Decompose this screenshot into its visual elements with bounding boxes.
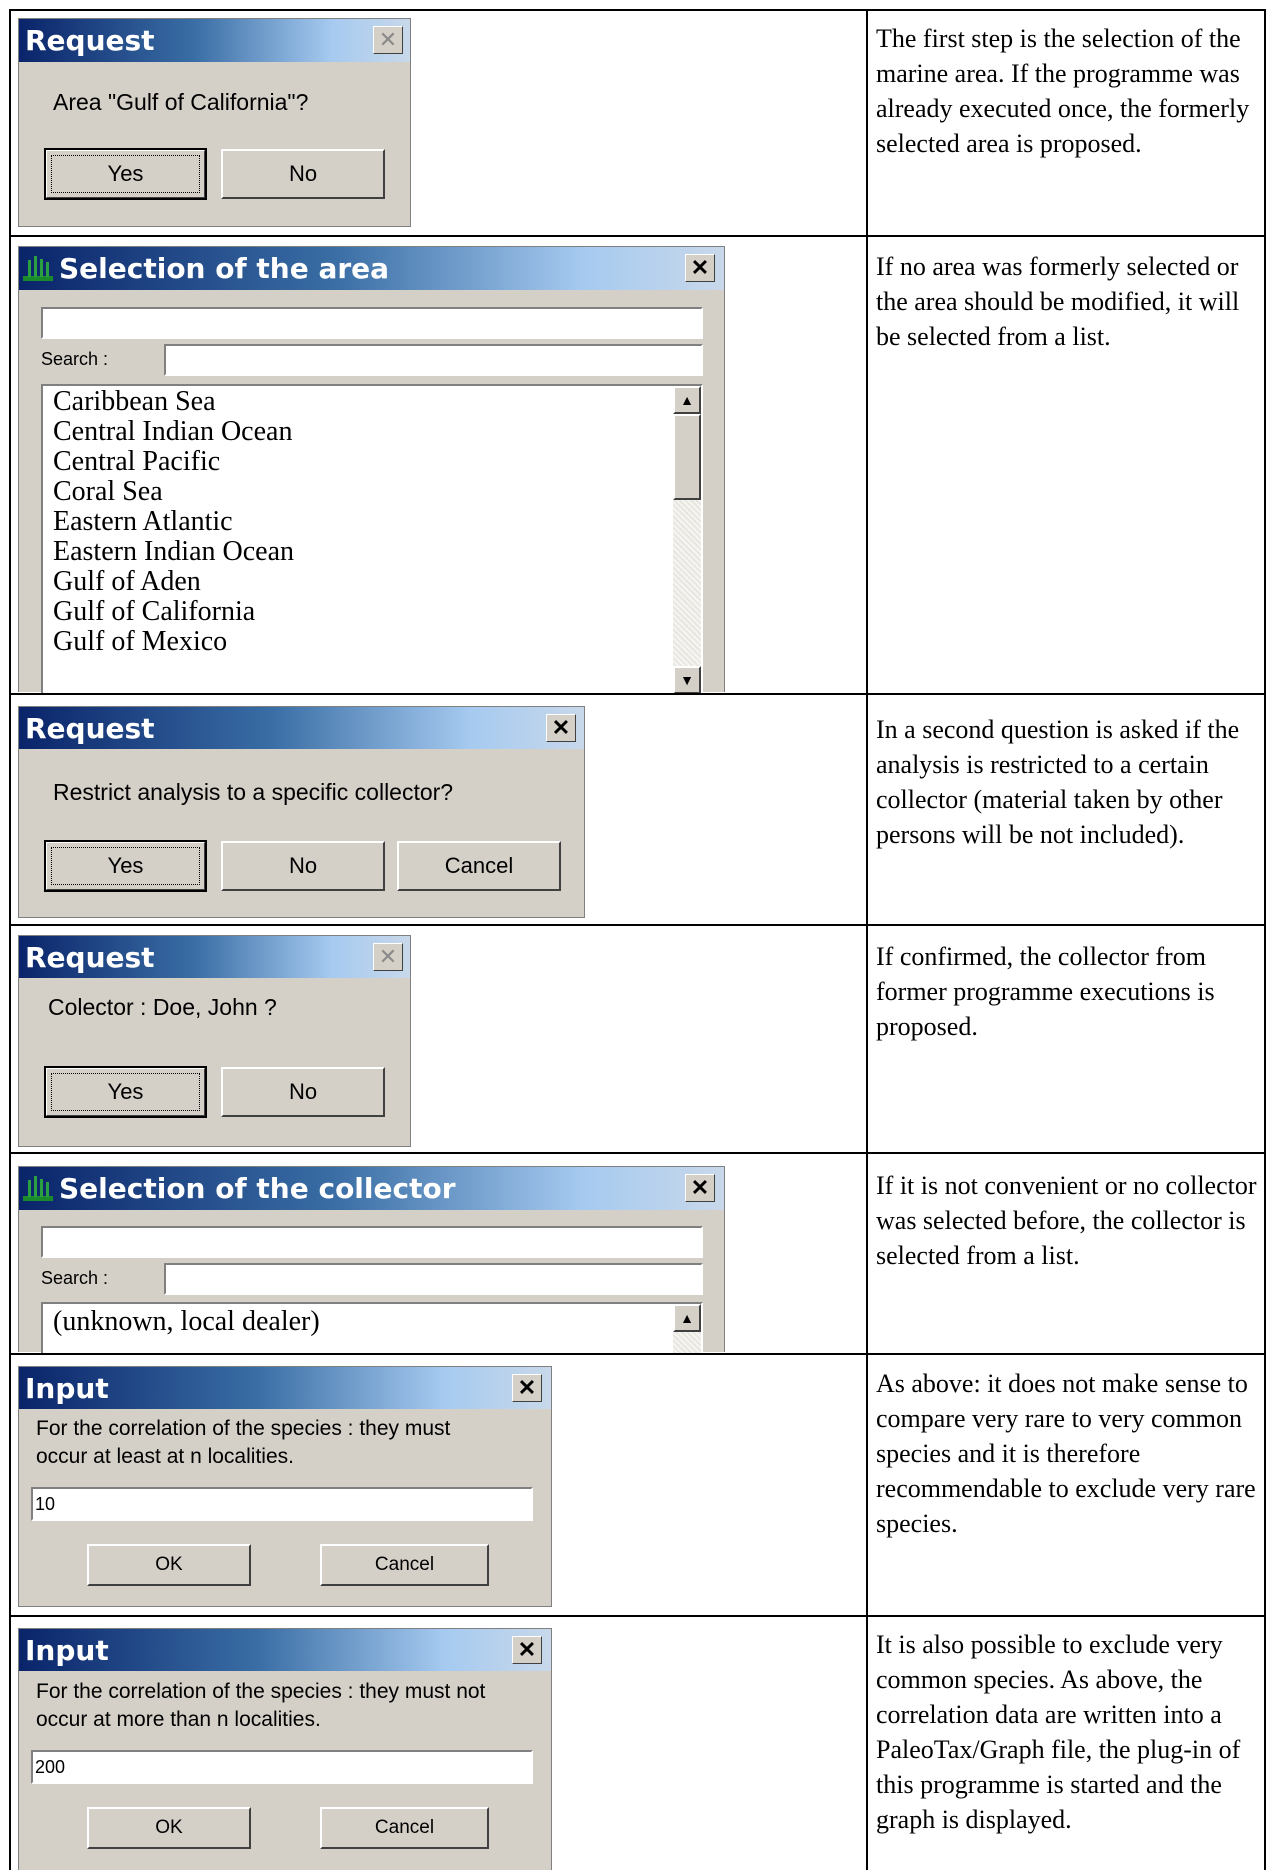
dialog-titlebar: Input ✕ [19,1629,551,1671]
close-icon[interactable]: ✕ [373,943,403,971]
table-row-divider [9,1152,1266,1154]
collector-request-dialog: Request ✕ Colector : Doe, John ? Yes No [18,935,411,1147]
cancel-button[interactable]: Cancel [320,1807,489,1849]
row-description: It is also possible to exclude very comm… [876,1630,1241,1834]
localities-max-input[interactable]: 200 [31,1750,533,1784]
ok-button[interactable]: OK [87,1807,251,1849]
scroll-up-arrow-icon[interactable]: ▲ [673,386,701,414]
table-row-divider [9,693,1266,695]
list-scrollbar[interactable]: ▲ ▼ [673,386,701,693]
table-border-top [9,9,1266,11]
no-button[interactable]: No [221,841,385,891]
search-input[interactable] [164,344,703,376]
max-localities-input-dialog: Input ✕ For the correlation of the speci… [18,1628,552,1870]
dialog-title: Request [25,941,155,974]
dialog-title: Request [25,712,155,745]
list-item[interactable]: Coral Sea [43,477,701,507]
dialog-title: Request [25,24,155,57]
dialog-titlebar: Input ✕ [19,1367,551,1409]
collector-selection-dialog: Selection of the collector ✕ Search : (u… [18,1166,725,1353]
dialog-titlebar: Request ✕ [19,707,584,749]
cancel-button[interactable]: Cancel [320,1544,489,1586]
close-icon[interactable]: ✕ [512,1636,542,1664]
area-selection-dialog: Selection of the area ✕ Search : Caribbe… [18,246,725,693]
row-description: If confirmed, the collector from former … [876,942,1215,1041]
selected-area-field[interactable] [41,307,703,339]
dialog-message: Area "Gulf of California"? [53,89,309,115]
row-description: In a second question is asked if the ana… [876,715,1240,849]
localities-min-input[interactable]: 10 [31,1487,533,1521]
area-list[interactable]: Caribbean Sea Central Indian Ocean Centr… [41,384,703,693]
list-item[interactable]: Gulf of Mexico [43,627,701,657]
cancel-button[interactable]: Cancel [397,841,561,891]
row-description: If no area was formerly selected or the … [876,252,1240,351]
dialog-message-line: For the correlation of the species : the… [36,1680,486,1703]
table-row-divider [9,235,1266,237]
list-item[interactable]: Central Pacific [43,447,701,477]
dialog-title: Selection of the area [59,252,390,285]
app-icon [23,1176,53,1201]
scroll-up-arrow-icon[interactable]: ▲ [673,1304,701,1332]
yes-button[interactable]: Yes [44,148,207,200]
table-column-divider [866,9,868,1870]
selected-collector-field[interactable] [41,1226,703,1258]
row-description: If it is not convenient or no collector … [876,1171,1257,1270]
list-item[interactable]: Caribbean Sea [43,387,701,417]
yes-button[interactable]: Yes [44,840,207,892]
table-row-divider [9,1353,1266,1355]
list-item[interactable]: Eastern Indian Ocean [43,537,701,567]
list-scrollbar[interactable]: ▲ [673,1304,701,1353]
row-description: As above: it does not make sense to comp… [876,1369,1256,1538]
list-item[interactable]: Gulf of Aden [43,567,701,597]
scrollbar-thumb[interactable] [673,414,701,500]
dialog-titlebar: Request ✕ [19,936,410,978]
dialog-title: Input [25,1634,109,1667]
dialog-message-line: occur at least at n localities. [36,1445,294,1468]
dialog-message-line: occur at more than n localities. [36,1708,321,1731]
dialog-message-line: For the correlation of the species : the… [36,1417,451,1440]
search-label: Search : [41,349,109,369]
app-icon [23,256,53,281]
ok-button[interactable]: OK [87,1544,251,1586]
yes-button[interactable]: Yes [44,1066,207,1118]
close-icon[interactable]: ✕ [373,26,403,54]
no-button[interactable]: No [221,149,385,199]
dialog-title: Selection of the collector [59,1172,456,1205]
list-item[interactable]: Central Indian Ocean [43,417,701,447]
table-row-divider [9,924,1266,926]
scroll-down-arrow-icon[interactable]: ▼ [673,666,701,693]
request-area-dialog: Request ✕ Area "Gulf of California"? Yes… [18,18,411,227]
search-label: Search : [41,1268,109,1288]
collector-list[interactable]: (unknown, local dealer) ▲ [41,1302,703,1353]
close-icon[interactable]: ✕ [512,1374,542,1402]
row-description: The first step is the selection of the m… [876,24,1250,158]
no-button[interactable]: No [221,1067,385,1117]
table-border-left [9,9,11,1870]
search-input[interactable] [164,1263,703,1295]
list-item[interactable]: (unknown, local dealer) [43,1307,701,1337]
restrict-collector-dialog: Request ✕ Restrict analysis to a specifi… [18,706,585,918]
dialog-title: Input [25,1372,109,1405]
dialog-titlebar: Request ✕ [19,19,410,62]
table-row-divider [9,1615,1266,1617]
dialog-titlebar: Selection of the collector ✕ [19,1167,724,1210]
dialog-message: Restrict analysis to a specific collecto… [53,779,454,805]
list-item[interactable]: Gulf of California [43,597,701,627]
list-item[interactable]: Eastern Atlantic [43,507,701,537]
close-icon[interactable]: ✕ [685,254,715,282]
close-icon[interactable]: ✕ [685,1174,715,1202]
min-localities-input-dialog: Input ✕ For the correlation of the speci… [18,1366,552,1607]
dialog-message: Colector : Doe, John ? [48,994,277,1020]
close-icon[interactable]: ✕ [546,714,576,742]
dialog-titlebar: Selection of the area ✕ [19,247,724,290]
